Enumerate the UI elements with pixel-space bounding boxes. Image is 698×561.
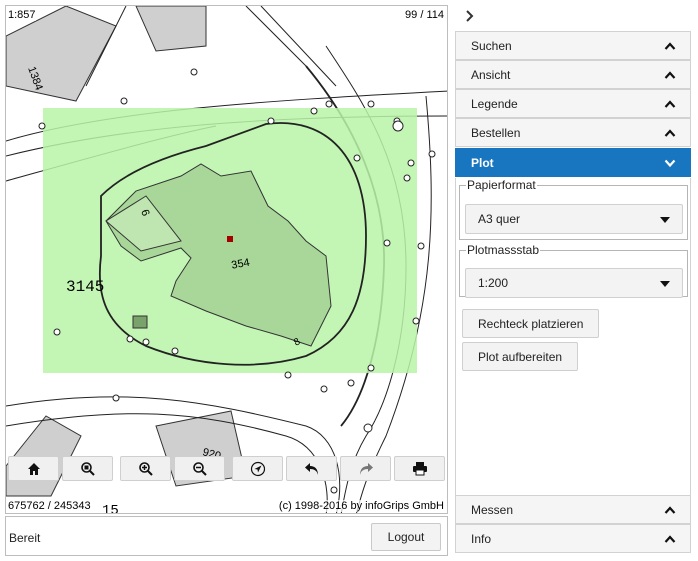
prepare-plot-button[interactable]: Plot aufbereiten [462, 342, 579, 371]
chevron-up-icon [664, 100, 676, 108]
locate-button[interactable] [232, 456, 283, 481]
copyright-notice: (c) 1998-2016 by infoGrips GmbH [278, 500, 444, 512]
section-label: Bestellen [471, 125, 521, 140]
zoom-in-icon [138, 461, 153, 476]
section-label: Suchen [471, 38, 512, 53]
plot-scale-legend: Plotmassstab [467, 243, 540, 257]
chevron-down-icon [664, 159, 676, 168]
locate-icon [250, 461, 265, 476]
chevron-up-icon [664, 42, 676, 50]
paper-format-value: A3 quer [478, 212, 521, 226]
logout-button[interactable]: Logout [371, 523, 441, 551]
number-label-15: 15 [102, 503, 119, 514]
map-view[interactable]: 3145 354 1384 6 920 15 8 1:857 99 / 114 [5, 5, 448, 514]
paper-format-group: Papierformat A3 quer [459, 178, 688, 240]
print-icon [412, 462, 427, 476]
zoom-extent-button[interactable] [62, 456, 113, 481]
undo-button[interactable] [286, 456, 337, 481]
plot-scale-group: Plotmassstab 1:200 [459, 243, 688, 298]
redo-button[interactable] [340, 456, 391, 481]
caret-down-icon [660, 281, 670, 287]
chevron-up-icon [664, 506, 676, 514]
panel-collapse-button[interactable] [463, 9, 477, 23]
plot-section-body: Papierformat A3 quer Plotmassstab 1:200 … [455, 178, 691, 498]
paper-format-legend: Papierformat [467, 178, 536, 192]
place-rectangle-button[interactable]: Rechteck platzieren [462, 309, 600, 338]
paper-format-select[interactable]: A3 quer [465, 204, 683, 234]
plot-scale-value: 1:200 [478, 276, 509, 290]
chevron-right-icon [466, 10, 474, 22]
undo-icon [304, 462, 318, 475]
print-button[interactable] [394, 456, 445, 481]
map-toolbar [8, 456, 445, 481]
map-canvas[interactable]: 3145 354 1384 6 920 15 8 [6, 6, 448, 514]
zoom-out-button[interactable] [174, 456, 225, 481]
parcel-number-label: 3145 [66, 278, 104, 296]
section-label: Plot [471, 155, 494, 170]
plot-scale-select[interactable]: 1:200 [465, 268, 683, 298]
chevron-up-icon [664, 129, 676, 137]
section-label: Ansicht [471, 67, 511, 82]
zoom-in-button[interactable] [120, 456, 171, 481]
section-suchen[interactable]: Suchen [455, 31, 691, 60]
section-bestellen[interactable]: Bestellen [455, 118, 691, 147]
redo-icon [359, 462, 373, 475]
location-marker [227, 236, 233, 242]
section-label: Info [471, 531, 492, 546]
caret-down-icon [660, 217, 670, 223]
section-info[interactable]: Info [455, 524, 691, 553]
section-messen[interactable]: Messen [455, 495, 691, 524]
chevron-up-icon [664, 535, 676, 543]
page-counter: 99 / 114 [405, 9, 444, 21]
zoom-extent-icon [80, 461, 95, 476]
home-icon [27, 462, 40, 475]
section-label: Legende [471, 96, 518, 111]
section-plot[interactable]: Plot [455, 148, 691, 177]
chevron-up-icon [664, 71, 676, 79]
scale-display: 1:857 [8, 9, 36, 21]
section-label: Messen [471, 502, 514, 517]
status-text: Bereit [9, 531, 41, 545]
section-ansicht[interactable]: Ansicht [455, 60, 691, 89]
zoom-out-icon [192, 461, 207, 476]
section-legende[interactable]: Legende [455, 89, 691, 118]
status-bar: Bereit Logout [5, 516, 448, 556]
coordinate-readout: 675762 / 245343 [8, 500, 91, 512]
side-panel: Suchen Ansicht Legende Bestellen Plot Pa… [455, 31, 691, 556]
home-button[interactable] [8, 456, 59, 481]
